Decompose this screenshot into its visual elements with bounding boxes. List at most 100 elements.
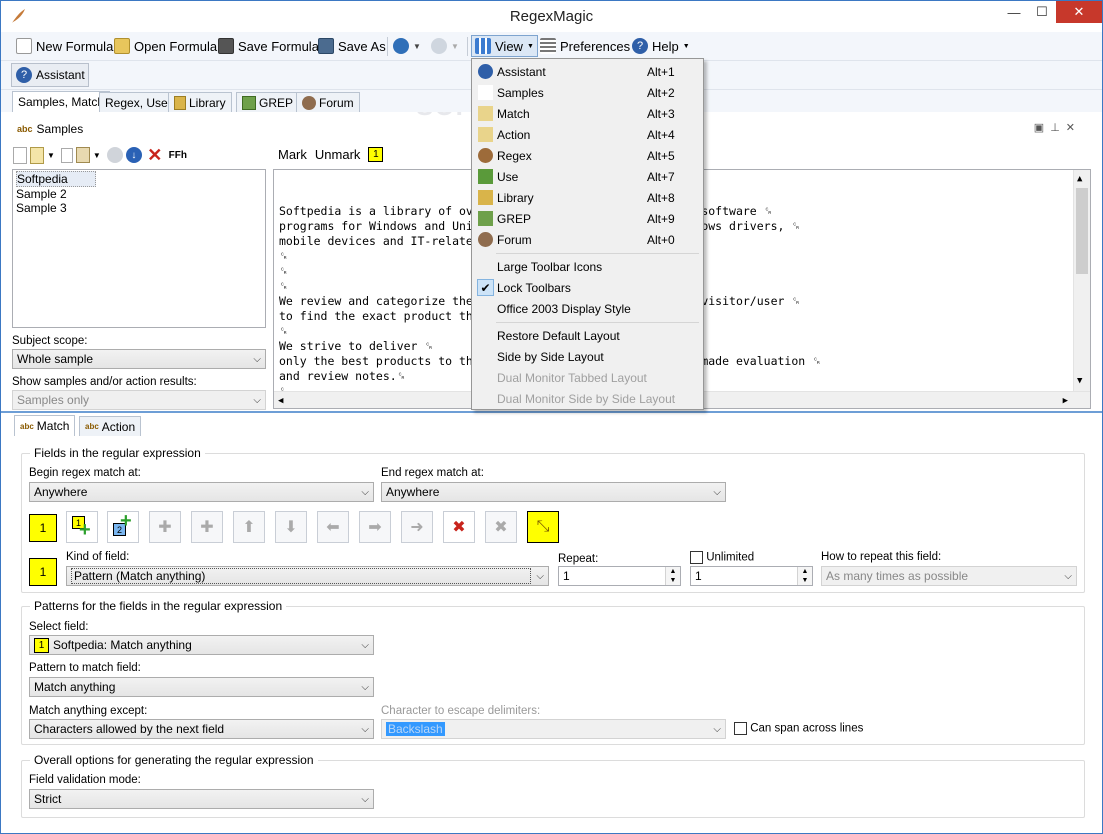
list-item[interactable]: Sample 2 xyxy=(16,187,262,201)
overall-options-title: Overall options for generating the regul… xyxy=(30,753,318,767)
add-field-after-button[interactable]: 2 + xyxy=(107,511,139,543)
move-next-button[interactable]: ➜ xyxy=(401,511,433,543)
mark-button[interactable]: Mark xyxy=(278,147,307,162)
view-menu-item-side-by-side-layout[interactable]: Side by Side Layout xyxy=(474,346,701,367)
view-menu-button[interactable]: View ▼ xyxy=(471,35,538,57)
spinner-icon[interactable]: ▲ ▼ xyxy=(665,567,680,585)
list-item[interactable]: Softpedia xyxy=(16,171,96,187)
add-sequence-button[interactable]: ✚ xyxy=(191,511,223,543)
tab-samples-match[interactable]: Samples, Match xyxy=(12,91,111,112)
preferences-button[interactable]: Preferences xyxy=(537,35,633,57)
match-except-select[interactable]: Characters allowed by the next field ⌵ xyxy=(29,719,374,739)
merge-fields-button[interactable]: ⤡ xyxy=(527,511,559,543)
unmark-button[interactable]: Unmark xyxy=(315,147,361,162)
paste-icon[interactable] xyxy=(75,147,90,163)
samples-list[interactable]: Softpedia Sample 2 Sample 3 xyxy=(12,169,266,328)
action-icon xyxy=(477,126,494,143)
view-menu-item-regex[interactable]: Regex Alt+5 xyxy=(474,145,701,166)
view-menu-item-lock-toolbars[interactable]: ✔ Lock Toolbars xyxy=(474,277,701,298)
escape-delimiters-select[interactable]: Backslash ⌵ xyxy=(381,719,726,739)
view-menu-item-grep[interactable]: GREP Alt+9 xyxy=(474,208,701,229)
move-right-button[interactable]: ➡ xyxy=(359,511,391,543)
redo-button[interactable]: ▼ xyxy=(428,35,462,57)
view-menu-item-restore-default-layout[interactable]: Restore Default Layout xyxy=(474,325,701,346)
tab-forum[interactable]: Forum xyxy=(296,92,360,112)
tab-regex-use[interactable]: Regex, Use xyxy=(99,92,174,112)
save-formula-label: Save Formula xyxy=(238,38,319,54)
tab-library[interactable]: Library xyxy=(168,92,232,112)
menu-item-label: Regex xyxy=(497,148,532,163)
save-as-button[interactable]: Save As xyxy=(315,35,389,57)
move-down-icon[interactable]: ↓ xyxy=(125,147,142,163)
open-formula-button[interactable]: Open Formula xyxy=(111,35,220,57)
scroll-thumb[interactable] xyxy=(1076,188,1088,274)
how-to-repeat-select[interactable]: As many times as possible ⌵ xyxy=(821,566,1077,586)
scroll-left-icon[interactable]: ◀ xyxy=(278,394,283,408)
menu-item-label: Office 2003 Display Style xyxy=(497,301,631,316)
save-formula-button[interactable]: Save Formula xyxy=(215,35,322,57)
arrow-right-icon: ➡ xyxy=(368,519,382,536)
view-menu-item-use[interactable]: Use Alt+7 xyxy=(474,166,701,187)
pattern-select[interactable]: Match anything ⌵ xyxy=(29,677,374,697)
span-lines-checkbox[interactable]: Can span across lines xyxy=(734,722,863,735)
validation-mode-select[interactable]: Strict ⌵ xyxy=(29,789,374,809)
select-field-select[interactable]: 1 Softpedia: Match anything ⌵ xyxy=(29,635,374,655)
minimize-button[interactable]: — xyxy=(1000,1,1028,23)
delete-field-button[interactable]: ✖ xyxy=(443,511,475,543)
panel-pin-close-icon[interactable]: ▣⊥✕ xyxy=(1034,121,1081,134)
view-menu-item-office-2003-display-style[interactable]: Office 2003 Display Style xyxy=(474,298,701,319)
panel-splitter[interactable] xyxy=(1,411,1102,413)
repeat-min-input[interactable]: 1 ▲ ▼ xyxy=(558,566,681,586)
close-button[interactable]: ✕ xyxy=(1056,1,1102,23)
maximize-button[interactable]: ☐ xyxy=(1028,1,1056,23)
add-alternative-button[interactable]: ✚ xyxy=(149,511,181,543)
move-up-icon[interactable] xyxy=(106,147,123,163)
field-number-badge[interactable]: 1 xyxy=(29,514,57,542)
show-samples-select[interactable]: Samples only ⌵ xyxy=(12,390,266,410)
scroll-right-icon[interactable]: ▶ xyxy=(1063,394,1068,408)
hex-icon[interactable]: FFh xyxy=(168,145,188,165)
delete-icon[interactable]: ✕ xyxy=(145,145,165,165)
assistant-button[interactable]: ? Assistant xyxy=(11,63,89,87)
menu-item-shortcut: Alt+8 xyxy=(647,190,675,205)
chevron-down-icon[interactable]: ▼ xyxy=(93,151,101,160)
new-formula-button[interactable]: New Formula xyxy=(13,35,116,57)
view-menu-item-forum[interactable]: Forum Alt+0 xyxy=(474,229,701,250)
subject-scope-select[interactable]: Whole sample ⌵ xyxy=(12,349,266,369)
undo-button[interactable]: ▼ xyxy=(390,35,424,57)
view-menu-item-library[interactable]: Library Alt+8 xyxy=(474,187,701,208)
view-menu-item-large-toolbar-icons[interactable]: Large Toolbar Icons xyxy=(474,256,701,277)
new-sample-icon[interactable] xyxy=(13,146,27,164)
maximize-icon: ☐ xyxy=(1036,4,1048,19)
begin-match-select[interactable]: Anywhere ⌵ xyxy=(29,482,374,502)
move-left-button[interactable]: ⬅ xyxy=(317,511,349,543)
move-down-button[interactable]: ⬇ xyxy=(275,511,307,543)
vertical-scrollbar[interactable]: ▲ ▼ xyxy=(1073,170,1090,408)
unlimited-checkbox[interactable]: Unlimited xyxy=(690,551,754,564)
tab-action[interactable]: abc Action xyxy=(79,416,142,436)
mark-field-number[interactable]: 1 xyxy=(368,147,384,162)
copy-icon[interactable] xyxy=(60,147,73,163)
scroll-up-icon[interactable]: ▲ xyxy=(1077,172,1082,187)
help-menu-button[interactable]: ? Help ▼ xyxy=(629,35,693,57)
tab-grep[interactable]: GREP xyxy=(236,92,300,112)
view-grid-icon xyxy=(475,38,491,54)
repeat-label: Repeat: xyxy=(558,553,599,565)
view-menu-item-match[interactable]: Match Alt+3 xyxy=(474,103,701,124)
add-field-before-button[interactable]: 1 + xyxy=(66,511,98,543)
list-item[interactable]: Sample 3 xyxy=(16,201,262,215)
scroll-down-icon[interactable]: ▼ xyxy=(1077,374,1082,389)
tab-match[interactable]: abc Match xyxy=(14,415,76,436)
kind-of-field-select[interactable]: Pattern (Match anything) ⌵ xyxy=(66,566,549,586)
open-sample-icon[interactable] xyxy=(30,146,44,164)
chevron-down-icon[interactable]: ▼ xyxy=(47,151,55,160)
move-up-button[interactable]: ⬆ xyxy=(233,511,265,543)
spinner-icon[interactable]: ▲ ▼ xyxy=(797,567,812,585)
delete-all-button[interactable]: ✖ xyxy=(485,511,517,543)
view-menu-item-assistant[interactable]: Assistant Alt+1 xyxy=(474,61,701,82)
repeat-max-input[interactable]: 1 ▲ ▼ xyxy=(690,566,813,586)
end-match-select[interactable]: Anywhere ⌵ xyxy=(381,482,726,502)
view-menu-item-samples[interactable]: Samples Alt+2 xyxy=(474,82,701,103)
forum-icon xyxy=(477,231,494,248)
view-menu-item-action[interactable]: Action Alt+4 xyxy=(474,124,701,145)
